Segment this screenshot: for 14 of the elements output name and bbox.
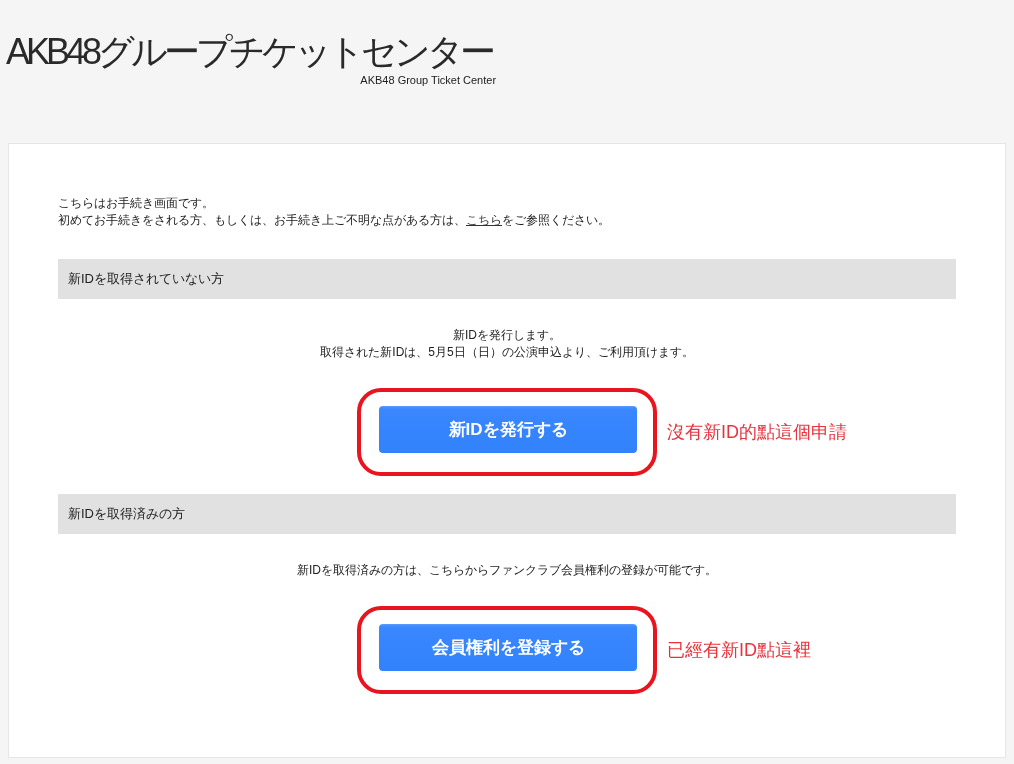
action-button[interactable]: 新IDを発行する [379,406,637,453]
logo-text: AKB48グループチケットセンター [6,30,494,74]
section-heading: 新IDを取得済みの方 [58,494,956,534]
action-button[interactable]: 会員権利を登録する [379,624,637,671]
help-link[interactable]: こちら [466,213,502,227]
section-heading: 新IDを取得されていない方 [58,259,956,299]
section-description: 取得された新IDは、5月5日（日）の公演申込より、ご利用頂けます。 [319,344,695,361]
intro-text: 初めてお手続きをされる方、もしくは、お手続き上ご不明な点がある方は、こちら をご参照ください。 [58,212,611,229]
intro-text: こちらはお手続き画面です。 [58,195,215,212]
section-description: 新IDを発行します。 [452,327,562,344]
annotation-text: 沒有新ID的點這個申請 [667,421,847,444]
section-description: 新IDを取得済みの方は、こちらからファンクラブ会員権利の登録が可能です。 [296,562,718,579]
logo-subtitle: AKB48 Group Ticket Center [360,74,497,87]
annotation-text: 已經有新ID點這裡 [667,639,811,662]
